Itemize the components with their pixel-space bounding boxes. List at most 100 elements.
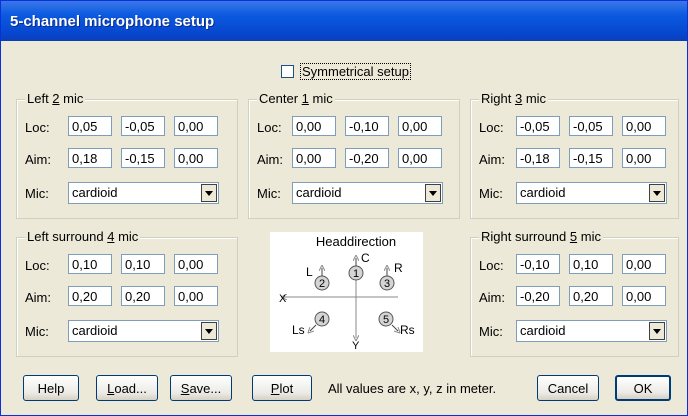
mic-4-label: Ls [292,323,305,337]
units-note: All values are x, y, z in meter. [328,381,497,396]
right-loc-z-input[interactable]: 0,00 [622,116,666,136]
mic-1-number: 1 [353,268,359,280]
cancel-button-label: Cancel [547,380,589,396]
chevron-down-icon[interactable] [201,184,217,202]
mic-label: Mic: [479,324,503,339]
left-aim-x-input[interactable]: 0,18 [68,148,112,168]
chevron-down-icon[interactable] [201,322,217,340]
left-aim-z-input[interactable]: 0,00 [174,148,218,168]
right-aim-z-input[interactable]: 0,00 [622,148,666,168]
chevron-down-icon[interactable] [425,184,441,202]
cancel-button[interactable]: Cancel [537,375,599,401]
right-surround-loc-y-input[interactable]: 0,10 [569,254,613,274]
right-mic-group: Right 3 mic Loc: -0,05 -0,05 0,00 Aim: -… [470,91,679,219]
mic-1-label: C [361,251,370,265]
ok-button[interactable]: OK [615,375,671,401]
head-direction-diagram: Headdirection X Y 1 C 2 L 3 R 4 Ls 5 Rs [270,232,423,352]
aim-label: Aim: [25,152,51,167]
y-axis-label: Y [352,340,360,352]
left-mic-group: Left 2 mic Loc: 0,05 -0,05 0,00 Aim: 0,1… [16,91,238,219]
right-surround-mic-legend: Right surround 5 mic [479,229,603,244]
diagram-title: Headdirection [316,234,396,249]
left-surround-aim-z-input[interactable]: 0,00 [174,286,218,306]
center-mic-legend: Center 1 mic [257,91,335,106]
load-button-access-key: L [107,380,115,396]
aim-label: Aim: [25,290,51,305]
aim-label: Aim: [257,152,283,167]
chevron-down-icon[interactable] [649,184,665,202]
mic-label: Mic: [257,186,281,201]
left-loc-x-input[interactable]: 0,05 [68,116,112,136]
left-mic-type-select[interactable]: cardioid [68,182,219,204]
center-loc-y-input[interactable]: -0,10 [345,116,389,136]
left-mic-legend: Left 2 mic [25,91,86,106]
right-surround-loc-x-input[interactable]: -0,10 [516,254,560,274]
help-button-label: Help [37,380,65,396]
mic-3-label: R [394,261,403,275]
left-aim-y-input[interactable]: -0,15 [121,148,165,168]
save-button-label: ave... [189,380,222,396]
right-surround-aim-z-input[interactable]: 0,00 [622,286,666,306]
left-loc-z-input[interactable]: 0,00 [174,116,218,136]
ok-button-label: OK [633,380,653,396]
left-surround-loc-y-input[interactable]: 0,10 [121,254,165,274]
title-bar[interactable]: 5-channel microphone setup [1,1,687,41]
right-mic-legend: Right 3 mic [479,91,549,106]
right-surround-aim-x-input[interactable]: -0,20 [516,286,560,306]
left-surround-loc-z-input[interactable]: 0,00 [174,254,218,274]
right-loc-y-input[interactable]: -0,05 [569,116,613,136]
left-surround-aim-x-input[interactable]: 0,20 [68,286,112,306]
help-button[interactable]: Help [23,375,79,401]
dialog-window: 5-channel microphone setup Symmetrical s… [0,0,688,416]
center-loc-z-input[interactable]: 0,00 [398,116,442,136]
center-aim-z-input[interactable]: 0,00 [398,148,442,168]
left-surround-mic-legend: Left surround 4 mic [25,229,141,244]
right-mic-type-value: cardioid [520,185,566,200]
mic-5-label: Rs [400,323,415,337]
center-mic-type-value: cardioid [296,185,342,200]
right-surround-mic-type-select[interactable]: cardioid [516,320,667,342]
right-mic-type-select[interactable]: cardioid [516,182,667,204]
save-button[interactable]: Save... [170,375,232,401]
mic-4-aim-arrow [310,324,317,331]
right-surround-aim-y-input[interactable]: 0,20 [569,286,613,306]
center-loc-x-input[interactable]: 0,00 [292,116,336,136]
center-aim-x-input[interactable]: 0,00 [292,148,336,168]
aim-label: Aim: [479,290,505,305]
chevron-down-icon[interactable] [649,322,665,340]
checkbox-box[interactable] [281,65,294,78]
x-axis-label: X [279,293,287,305]
left-surround-aim-y-input[interactable]: 0,20 [121,286,165,306]
window-title: 5-channel microphone setup [10,13,215,30]
load-button[interactable]: Load... [96,375,158,401]
right-surround-mic-group: Right surround 5 mic Loc: -0,10 0,10 0,0… [470,229,679,357]
loc-label: Loc: [25,120,50,135]
aim-label: Aim: [479,152,505,167]
left-surround-mic-group: Left surround 4 mic Loc: 0,10 0,10 0,00 … [16,229,238,357]
mic-2-number: 2 [319,278,325,290]
right-surround-mic-type-value: cardioid [520,323,566,338]
mic-2-label: L [306,265,313,279]
center-mic-type-select[interactable]: cardioid [292,182,443,204]
right-loc-x-input[interactable]: -0,05 [516,116,560,136]
dialog-body: Symmetrical setup Left 2 mic Loc: 0,05 -… [5,41,683,411]
center-aim-y-input[interactable]: -0,20 [345,148,389,168]
right-aim-y-input[interactable]: -0,15 [569,148,613,168]
left-surround-mic-type-select[interactable]: cardioid [68,320,219,342]
head-direction-diagram-svg: Headdirection X Y 1 C 2 L 3 R 4 Ls 5 Rs [279,234,415,352]
plot-button[interactable]: Plot [252,375,312,401]
mic-3-number: 3 [384,278,390,290]
left-surround-loc-x-input[interactable]: 0,10 [68,254,112,274]
mic-5-number: 5 [383,314,389,326]
mic-label: Mic: [25,324,49,339]
right-surround-loc-z-input[interactable]: 0,00 [622,254,666,274]
right-aim-x-input[interactable]: -0,18 [516,148,560,168]
left-mic-type-value: cardioid [72,185,118,200]
mic-5-aim-arrow [391,324,398,331]
center-mic-group: Center 1 mic Loc: 0,00 -0,10 0,00 Aim: 0… [248,91,460,219]
loc-label: Loc: [257,120,282,135]
left-loc-y-input[interactable]: -0,05 [121,116,165,136]
mic-label: Mic: [25,186,49,201]
loc-label: Loc: [479,258,504,273]
symmetrical-setup-label[interactable]: Symmetrical setup [300,63,411,80]
